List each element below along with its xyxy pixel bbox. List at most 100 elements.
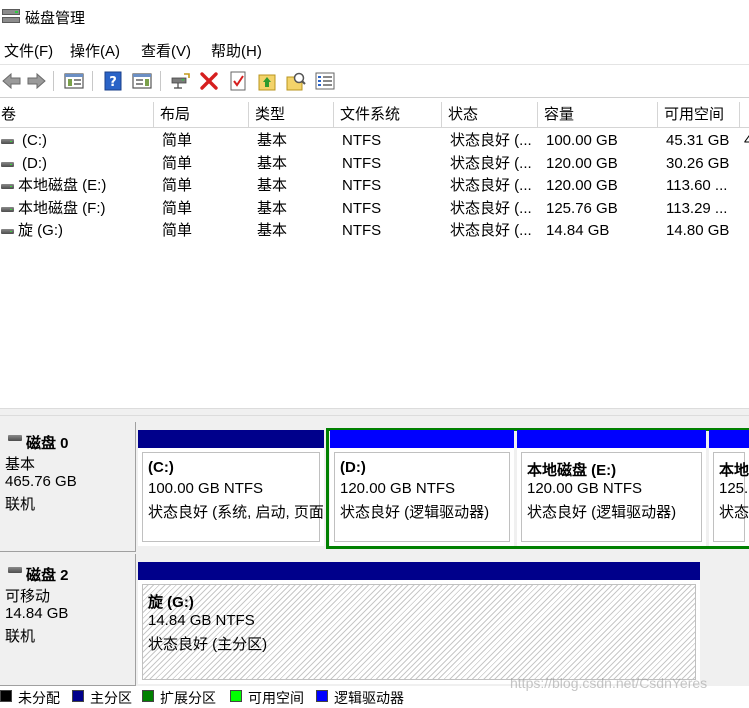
connect-drive-icon[interactable]	[168, 69, 192, 93]
volume-name-cell: (D:)	[22, 154, 47, 172]
partition-type-bar	[709, 430, 749, 448]
legend-label: 逻辑驱动器	[334, 690, 404, 706]
partition-block[interactable]: (D:) 120.00 GB NTFS 状态良好 (逻辑驱动器)	[330, 430, 514, 546]
column-header-type[interactable]: 类型	[249, 102, 334, 128]
list-view-icon[interactable]	[313, 69, 337, 93]
volume-type-cell: 基本	[257, 132, 288, 149]
partition-label: 本地磁盘 (E:)	[527, 462, 617, 479]
menu-view[interactable]: 查看(V)	[141, 40, 191, 61]
partition-block[interactable]: 本地磁盘 (E:) 120.00 GB NTFS 状态良好 (逻辑驱动器)	[517, 430, 706, 546]
disk-management-app-icon	[2, 9, 20, 23]
console-tree-icon[interactable]	[62, 69, 86, 93]
volume-free-space-cell: 45.31 GB	[666, 132, 730, 149]
legend-label: 未分配	[18, 690, 60, 706]
volume-filesystem-cell: NTFS	[342, 222, 382, 240]
partition-body: 本地 125. 状态	[713, 452, 749, 542]
partition-block[interactable]: 本地 125. 状态	[709, 430, 749, 546]
volume-filesystem-cell: NTFS	[342, 199, 382, 217]
partition-body: 本地磁盘 (E:) 120.00 GB NTFS 状态良好 (逻辑驱动器)	[521, 452, 702, 542]
column-header-volume[interactable]: 卷	[0, 102, 154, 128]
volume-row[interactable]: (D:) 简单 基本 NTFS 状态良好 (... 120.00 GB 30.26 GB	[0, 153, 749, 175]
column-header-layout[interactable]: 布局	[154, 102, 249, 128]
partition-label: (C:)	[148, 459, 174, 476]
toolbar: ?	[0, 64, 749, 98]
watermark: https://blog.csdn.net/CsdnYeres	[510, 675, 708, 691]
partition-label: 旋 (G:)	[148, 594, 194, 611]
volume-list: 卷 布局 类型 文件系统 状态 容量 可用空间 (C:) 简单 基本 NTFS 状态良好…	[0, 102, 749, 408]
volume-status-cell: 状态良好 (...	[450, 154, 532, 172]
volume-layout-cell: 简单	[162, 222, 193, 240]
volume-row[interactable]: 本地磁盘 (F:) 简单 基本 NTFS 状态良好 (... 125.76 GB 113.2…	[0, 198, 749, 220]
partition-block[interactable]: 旋 (G:) 14.84 GB NTFS 状态良好 (主分区)	[138, 562, 700, 684]
disk-graphical-view: 磁盘 0 基本 465.76 GB 联机 (C:) 100.00 GB NTFS 状态良好 …	[0, 416, 749, 686]
menu-bar: 文件(F) 操作(A) 查看(V) 帮助(H)	[0, 36, 749, 62]
volume-row[interactable]: 旋 (G:) 简单 基本 NTFS 状态良好 (... 14.84 GB 14.80 GB	[0, 220, 749, 242]
drive-icon	[1, 206, 14, 212]
partition-size: 14.84 GB NTFS	[148, 612, 255, 629]
volume-free-space-cell: 113.60 ...	[666, 177, 728, 195]
disk-size: 465.76 GB	[5, 473, 77, 490]
back-arrow-icon[interactable]	[0, 69, 24, 93]
menu-action[interactable]: 操作(A)	[70, 40, 120, 61]
window-title: 磁盘管理	[25, 10, 86, 27]
legend-swatch	[230, 690, 242, 702]
volume-layout-cell: 简单	[162, 132, 193, 149]
action-pane-icon[interactable]	[130, 69, 154, 93]
menu-help[interactable]: 帮助(H)	[211, 40, 262, 61]
partition-label: 本地	[719, 462, 749, 479]
column-header-truncated[interactable]	[740, 102, 749, 128]
partition-body: 旋 (G:) 14.84 GB NTFS 状态良好 (主分区)	[142, 584, 696, 680]
properties-check-icon[interactable]	[226, 69, 250, 93]
pane-splitter[interactable]	[0, 408, 749, 416]
disk-state: 联机	[5, 496, 36, 513]
disk-icon	[8, 435, 22, 441]
volume-free-space-cell: 30.26 GB	[666, 154, 730, 172]
search-folder-icon[interactable]	[284, 69, 308, 93]
up-arrow-folder-icon[interactable]	[255, 69, 279, 93]
volume-row[interactable]: 本地磁盘 (E:) 简单 基本 NTFS 状态良好 (... 120.00 GB 113.6…	[0, 175, 749, 197]
partition-size: 125.	[719, 480, 749, 497]
column-header-free-space[interactable]: 可用空间	[658, 102, 740, 128]
volume-capacity-cell: 100.00 GB	[546, 132, 618, 149]
partition-type-bar	[138, 562, 700, 580]
forward-arrow-icon[interactable]	[24, 69, 48, 93]
legend-swatch	[142, 690, 154, 702]
legend-label: 可用空间	[248, 690, 304, 706]
disk-state: 联机	[5, 628, 36, 645]
volume-row[interactable]: (C:) 简单 基本 NTFS 状态良好 (... 100.00 GB 45.31 GB 4	[0, 130, 749, 152]
toolbar-separator	[53, 71, 54, 91]
partition-status: 状态良好 (主分区)	[148, 636, 268, 653]
volume-name-cell: 本地磁盘 (E:)	[18, 177, 107, 195]
partition-type-bar	[330, 430, 514, 448]
column-header-capacity[interactable]: 容量	[538, 102, 658, 128]
volume-truncated-cell	[744, 198, 749, 220]
partition-body: (D:) 120.00 GB NTFS 状态良好 (逻辑驱动器)	[334, 452, 510, 542]
volume-truncated-cell	[744, 153, 749, 175]
partition-block[interactable]: (C:) 100.00 GB NTFS 状态良好 (系统, 启动, 页面	[138, 430, 324, 546]
svg-text:?: ?	[109, 75, 117, 90]
volume-free-space-cell: 14.80 GB	[666, 222, 730, 240]
legend-label: 主分区	[90, 690, 132, 706]
partition-size: 120.00 GB NTFS	[340, 480, 456, 497]
column-header-filesystem[interactable]: 文件系统	[334, 102, 442, 128]
volume-name-cell: 本地磁盘 (F:)	[18, 199, 106, 217]
menu-file[interactable]: 文件(F)	[4, 40, 53, 61]
toolbar-separator	[160, 71, 161, 91]
disk-info-panel[interactable]: 磁盘 2 可移动 14.84 GB 联机	[0, 554, 136, 686]
volume-name-cell: (C:)	[22, 132, 47, 149]
partition-status: 状态良好 (逻辑驱动器)	[527, 504, 677, 521]
help-icon[interactable]: ?	[101, 69, 125, 93]
disk-kind: 基本	[5, 456, 36, 473]
volume-layout-cell: 简单	[162, 154, 193, 172]
delete-icon[interactable]	[197, 69, 221, 93]
volume-capacity-cell: 120.00 GB	[546, 154, 618, 172]
volume-name-cell: 旋 (G:)	[18, 222, 63, 240]
drive-icon	[1, 139, 14, 144]
volume-capacity-cell: 14.84 GB	[546, 222, 610, 240]
column-header-status[interactable]: 状态	[442, 102, 538, 128]
volume-status-cell: 状态良好 (...	[450, 177, 532, 195]
disk-info-panel[interactable]: 磁盘 0 基本 465.76 GB 联机	[0, 422, 136, 552]
volume-capacity-cell: 125.76 GB	[546, 199, 618, 217]
volume-type-cell: 基本	[257, 222, 288, 240]
partition-status: 状态良好 (系统, 启动, 页面	[148, 504, 324, 521]
